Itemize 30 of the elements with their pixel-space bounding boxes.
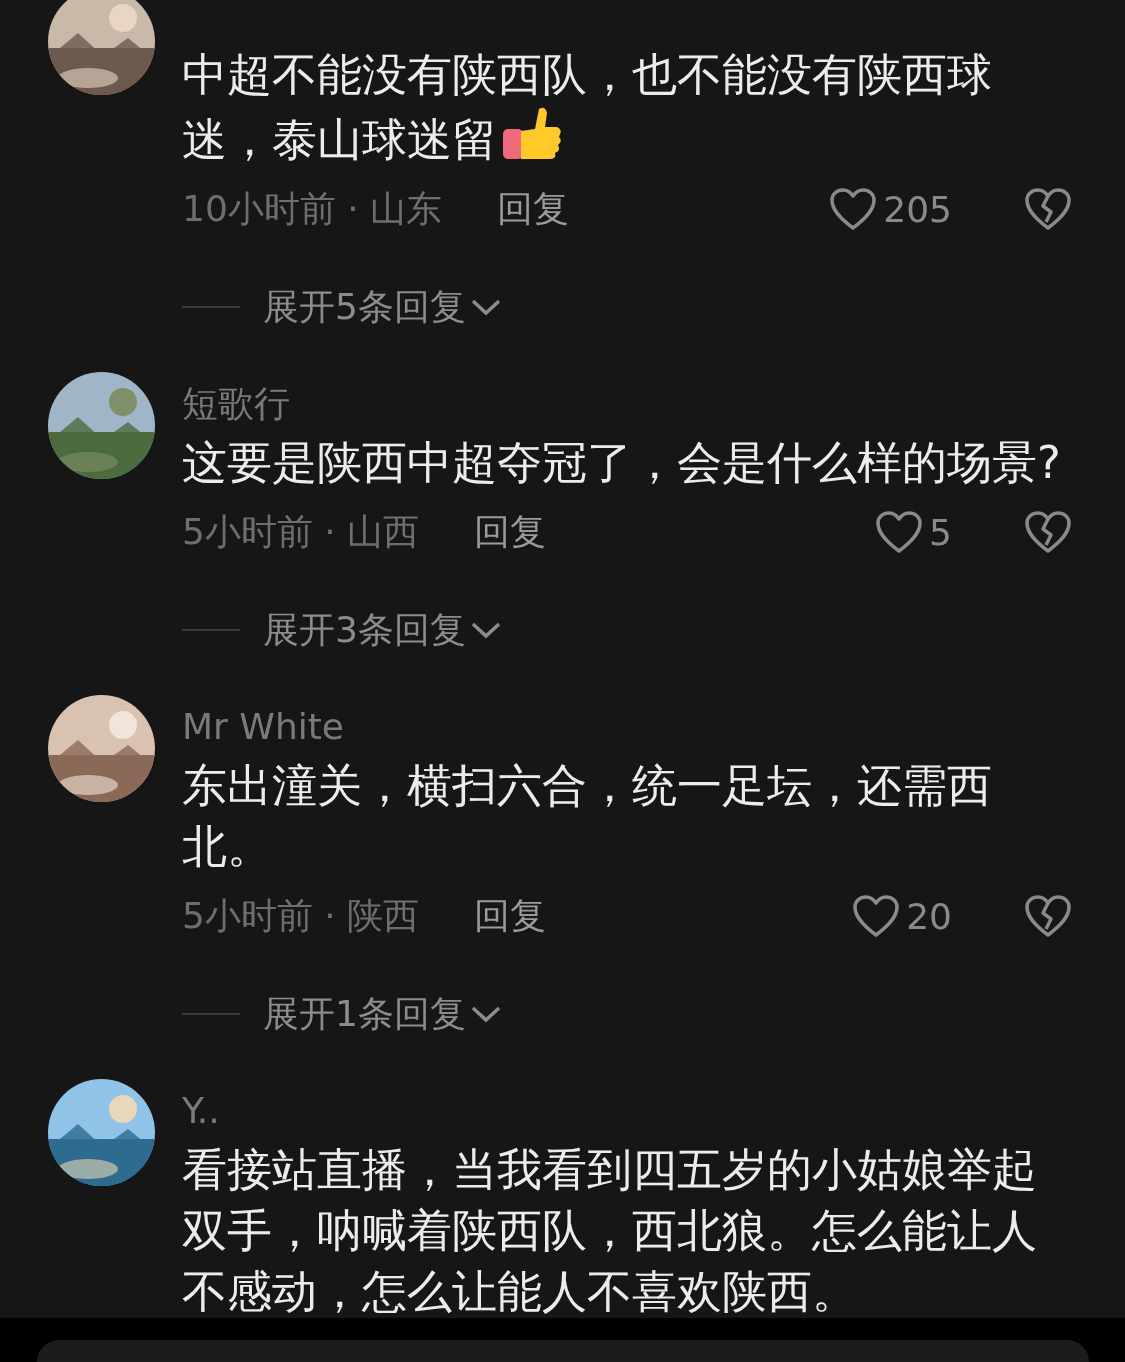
comment-text: 这要是陕西中超夺冠了，会是什么样的场景?: [182, 435, 1062, 491]
expand-replies-button[interactable]: 展开1条回复: [263, 989, 502, 1039]
comment-author[interactable]: Y..: [182, 1083, 1072, 1139]
comment-text: 东出潼关，横扫六合，统一足坛，还需西北。: [182, 758, 993, 875]
heart-icon[interactable]: [829, 187, 878, 231]
reply-link[interactable]: 回复: [497, 184, 570, 234]
chevron-down-icon: [469, 1004, 502, 1024]
like-count: 205: [883, 188, 952, 230]
expand-replies-button[interactable]: 展开5条回复: [263, 282, 502, 332]
comment-time-location: 5小时前 · 山西: [182, 509, 420, 554]
like-count: 20: [906, 895, 952, 937]
chevron-down-icon: [469, 297, 502, 317]
reply-link[interactable]: 回复: [474, 891, 547, 941]
comment-author[interactable]: Mr White: [182, 699, 1072, 755]
comment-author[interactable]: 短歌行: [182, 376, 1072, 432]
thumbs-up-icon: [501, 105, 563, 161]
comment-text: 中超不能没有陕西队，也不能没有陕西球迷，泰山球迷留: [182, 47, 993, 168]
broken-heart-icon[interactable]: [1024, 510, 1072, 554]
reply-link[interactable]: 回复: [474, 507, 547, 557]
broken-heart-icon[interactable]: [1024, 894, 1072, 938]
expand-replies-button[interactable]: 展开3条回复: [263, 605, 502, 655]
heart-icon[interactable]: [852, 894, 901, 938]
comment-time-location: 10小时前 · 山东: [182, 186, 443, 231]
comment-time-location: 5小时前 · 陕西: [182, 893, 420, 938]
like-count: 5: [929, 511, 952, 553]
chevron-down-icon: [469, 620, 502, 640]
comment-input-bar[interactable]: [36, 1340, 1089, 1362]
heart-icon[interactable]: [875, 510, 924, 554]
broken-heart-icon[interactable]: [1024, 187, 1072, 231]
comment-text: 看接站直播，当我看到四五岁的小姑娘举起双手，呐喊着陕西队，西北狼。怎么能让人不感动，怎么让能人不喜欢陕西。: [182, 1142, 1038, 1318]
